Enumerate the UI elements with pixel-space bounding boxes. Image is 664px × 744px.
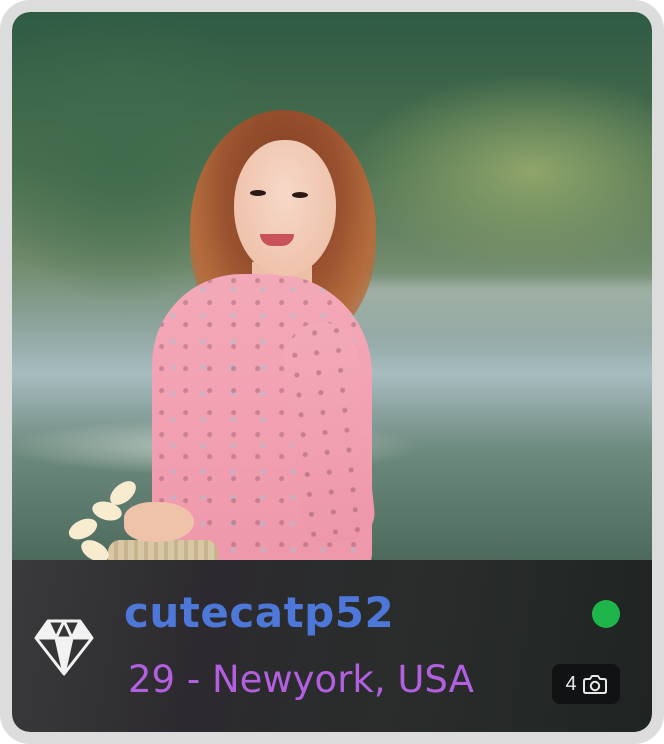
- age-location: 29 - Newyork, USA: [128, 658, 474, 701]
- photo-subject-flower: [77, 535, 113, 560]
- camera-icon: [582, 675, 607, 694]
- photo-subject-basket: [108, 540, 218, 560]
- username[interactable]: cutecatp52: [124, 588, 394, 637]
- photo-background-shore: [342, 282, 652, 342]
- photo-count: 4: [565, 672, 577, 695]
- photo-subject-face: [234, 140, 336, 276]
- photo-subject-hand: [124, 502, 194, 542]
- photo-count-badge[interactable]: 4: [552, 664, 620, 704]
- photo-subject-eye: [250, 190, 266, 196]
- photo-subject-flower: [65, 514, 101, 544]
- profile-photo[interactable]: [12, 12, 652, 560]
- diamond-icon: [34, 619, 94, 676]
- profile-info-bar: cutecatp52 29 - Newyork, USA 4: [12, 560, 652, 732]
- profile-card[interactable]: cutecatp52 29 - Newyork, USA 4: [0, 0, 664, 744]
- online-status-indicator: [592, 600, 620, 628]
- photo-subject-eye: [292, 192, 308, 198]
